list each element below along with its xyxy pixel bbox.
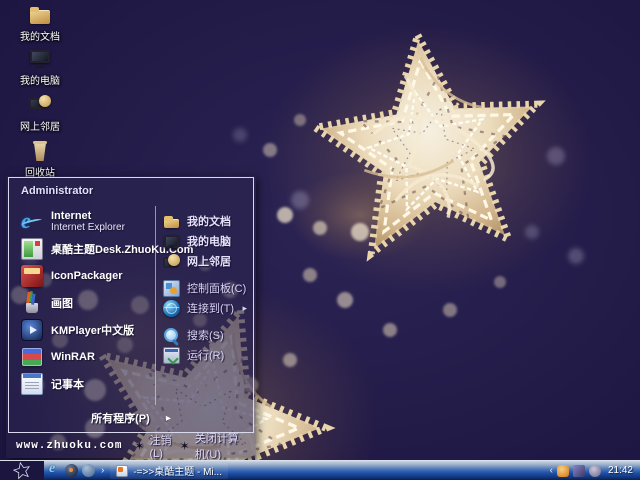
menu-item-text: 记事本 bbox=[51, 376, 84, 392]
menu-item-label: KMPlayer中文版 bbox=[51, 322, 134, 338]
log-off-button[interactable]: ✶ 注销(L) bbox=[134, 432, 173, 460]
shut-down-icon: ✶ bbox=[180, 440, 190, 452]
log-off-icon: ✶ bbox=[134, 440, 144, 452]
menu-item-label: WinRAR bbox=[51, 351, 95, 363]
my-documents-icon bbox=[163, 213, 180, 230]
menu-item-internet-explorer[interactable]: InternetInternet Explorer bbox=[19, 208, 153, 235]
zhuoku-site-link[interactable]: www.zhuoku.com bbox=[16, 440, 122, 452]
shut-down-label: 关闭计算机(U) bbox=[195, 430, 246, 462]
menu-item-label: 搜索(S) bbox=[187, 327, 224, 343]
menu-item-text: 画图 bbox=[51, 295, 73, 311]
menu-item-sublabel: Internet Explorer bbox=[51, 222, 125, 233]
menu-item-label: Internet bbox=[51, 210, 125, 222]
menu-item-search[interactable]: 搜索(S) bbox=[163, 325, 251, 345]
desktop-icon-label: 我的电脑 bbox=[20, 72, 60, 87]
menu-item-text: InternetInternet Explorer bbox=[51, 210, 125, 233]
my-computer-icon bbox=[29, 48, 51, 70]
task-title: -=>>桌酷主题 - Mi... bbox=[133, 463, 222, 478]
tray-volume-icon[interactable] bbox=[589, 465, 601, 477]
menu-item-label: 我的电脑 bbox=[187, 233, 231, 249]
menu-item-label: 我的文档 bbox=[187, 213, 231, 229]
start-button[interactable] bbox=[0, 461, 44, 480]
menu-item-kmplayer[interactable]: KMPlayer中文版 bbox=[19, 316, 153, 343]
pinned-programs-column: InternetInternet Explorer桌酷主题Desk.ZhuoKu… bbox=[9, 206, 155, 405]
taskbar-clock: 21:42 bbox=[608, 465, 633, 476]
run-icon bbox=[163, 347, 180, 364]
start-menu: Administrator InternetInternet Explorer桌… bbox=[6, 176, 256, 458]
menu-item-label: 控制面板(C) bbox=[187, 280, 246, 296]
menu-item-network-places[interactable]: 网上邻居 bbox=[163, 251, 251, 271]
menu-item-label: 网上邻居 bbox=[187, 253, 231, 269]
log-off-label: 注销(L) bbox=[149, 432, 173, 460]
all-programs-label: 所有程序(P) bbox=[91, 410, 150, 426]
paint-icon bbox=[21, 292, 43, 314]
menu-item-connect-to[interactable]: 连接到(T) ▸ bbox=[163, 298, 251, 318]
tray-network-status-icon[interactable] bbox=[573, 465, 585, 477]
internet-explorer-icon bbox=[21, 211, 43, 233]
my-computer-icon bbox=[163, 233, 180, 250]
taskbar-task-button[interactable]: -=>>桌酷主题 - Mi... bbox=[110, 463, 228, 479]
desktop-icon-label: 我的文档 bbox=[20, 28, 60, 43]
quick-launch-bar bbox=[44, 464, 99, 477]
menu-spacer bbox=[163, 271, 251, 278]
menu-item-label: IconPackager bbox=[51, 270, 123, 282]
menu-item-winrar[interactable]: WinRAR bbox=[19, 343, 153, 370]
taskbar: › -=>>桌酷主题 - Mi... ‹ 21:42 bbox=[0, 460, 640, 480]
network-places-icon bbox=[29, 94, 51, 116]
menu-item-label: 运行(R) bbox=[187, 347, 224, 363]
tray-input-method-icon[interactable] bbox=[557, 465, 569, 477]
search-icon bbox=[163, 327, 180, 344]
network-places-icon bbox=[163, 253, 180, 270]
chevron-right-icon: ▸ bbox=[166, 413, 171, 424]
iconpackager-icon bbox=[21, 265, 43, 287]
menu-item-label: 连接到(T) bbox=[187, 300, 234, 316]
desktop-icon-network-places[interactable]: 网上邻居 bbox=[12, 94, 68, 133]
menu-item-my-computer[interactable]: 我的电脑 bbox=[163, 231, 251, 251]
all-programs-button[interactable]: 所有程序(P) ▸ bbox=[9, 407, 253, 429]
menu-item-paint[interactable]: 画图 bbox=[19, 289, 153, 316]
desktop-icon-my-computer[interactable]: 我的电脑 bbox=[12, 48, 68, 87]
desktop: 我的文档我的电脑网上邻居回收站 Administrator InternetIn… bbox=[0, 0, 640, 480]
menu-item-control-panel[interactable]: 控制面板(C) bbox=[163, 278, 251, 298]
user-name: Administrator bbox=[21, 185, 93, 197]
quick-launch-internet-explorer-icon[interactable] bbox=[48, 464, 61, 477]
system-tray: ‹ 21:42 bbox=[550, 465, 640, 477]
menu-item-text: KMPlayer中文版 bbox=[51, 322, 134, 338]
task-window-icon bbox=[116, 465, 128, 477]
menu-item-notepad[interactable]: 记事本 bbox=[19, 370, 153, 397]
system-places-column: 我的文档我的电脑网上邻居控制面板(C) 连接到(T) ▸ 搜索(S) 运行(R) bbox=[155, 206, 253, 405]
menu-item-label: 记事本 bbox=[51, 376, 84, 392]
menu-item-iconpackager[interactable]: IconPackager bbox=[19, 262, 153, 289]
start-menu-footer: www.zhuoku.com ✶ 注销(L) ✶ 关闭计算机(U) bbox=[6, 433, 256, 458]
control-panel-icon bbox=[163, 280, 180, 297]
menu-item-run[interactable]: 运行(R) bbox=[163, 345, 251, 365]
menu-item-zhuoku-theme[interactable]: 桌酷主题Desk.ZhuoKu.Com bbox=[19, 235, 153, 262]
start-menu-header: Administrator bbox=[9, 178, 253, 204]
start-menu-columns: InternetInternet Explorer桌酷主题Desk.ZhuoKu… bbox=[9, 206, 253, 405]
menu-item-text: WinRAR bbox=[51, 351, 95, 363]
start-star-icon bbox=[6, 461, 38, 480]
menu-spacer bbox=[163, 318, 251, 325]
tray-collapse-chevron[interactable]: ‹ bbox=[550, 465, 553, 476]
menu-item-text: IconPackager bbox=[51, 270, 123, 282]
kmplayer-icon bbox=[21, 319, 43, 341]
menu-item-label: 画图 bbox=[51, 295, 73, 311]
winrar-icon bbox=[21, 346, 43, 368]
tray-icon-group bbox=[557, 465, 601, 477]
quick-launch-browser-icon[interactable] bbox=[82, 464, 95, 477]
quick-launch-kmplayer-icon[interactable] bbox=[65, 464, 78, 477]
my-documents-icon bbox=[29, 4, 51, 26]
quick-launch-expand-chevron[interactable]: › bbox=[99, 465, 106, 476]
notepad-icon bbox=[21, 373, 43, 395]
start-menu-box: Administrator InternetInternet Explorer桌… bbox=[8, 177, 254, 433]
submenu-arrow-icon: ▸ bbox=[242, 303, 247, 314]
desktop-icon-my-documents[interactable]: 我的文档 bbox=[12, 4, 68, 43]
desktop-icon-recycle-bin[interactable]: 回收站 bbox=[12, 140, 68, 179]
recycle-bin-icon bbox=[29, 140, 51, 162]
desktop-icon-label: 网上邻居 bbox=[20, 118, 60, 133]
zhuoku-theme-icon bbox=[21, 238, 43, 260]
connect-to-icon bbox=[163, 300, 180, 317]
shut-down-button[interactable]: ✶ 关闭计算机(U) bbox=[180, 430, 246, 462]
menu-item-my-documents[interactable]: 我的文档 bbox=[163, 211, 251, 231]
